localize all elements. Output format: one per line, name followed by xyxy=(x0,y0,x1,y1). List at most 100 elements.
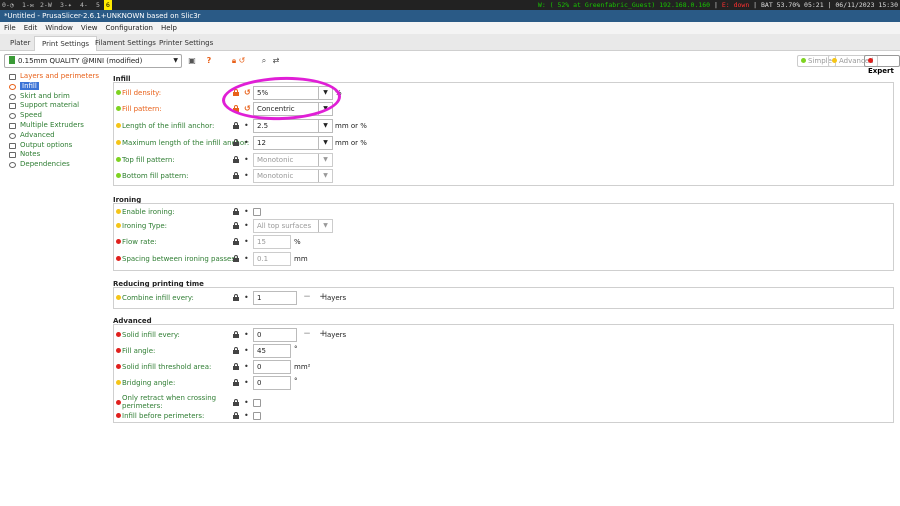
sidebar-item-output[interactable]: Output options xyxy=(8,141,108,151)
compare-presets-icon[interactable]: ⇄ xyxy=(271,55,281,66)
print-preset-select[interactable]: 0.15mm QUALITY @MINI (modified) ▼ xyxy=(4,54,182,68)
only-retract-checkbox[interactable] xyxy=(253,399,261,407)
infill-anchor-combobox[interactable]: 2.5 ▼ xyxy=(253,119,333,133)
setting-ironing: Enable ironing: • xyxy=(113,205,894,219)
lock-icon[interactable] xyxy=(233,139,239,146)
lock-icon[interactable] xyxy=(233,208,239,215)
menu-file[interactable]: File xyxy=(0,22,20,34)
infill-anchor-max-combobox[interactable]: 12 ▼ xyxy=(253,136,333,150)
ironing-type-select[interactable]: All top surfaces ▼ xyxy=(253,219,333,233)
chevron-down-icon: ▼ xyxy=(173,57,178,64)
mode-expert-button[interactable]: Expert xyxy=(864,55,900,75)
setting-label: Infill before perimeters: xyxy=(122,412,205,420)
chevron-down-icon[interactable]: ▼ xyxy=(318,137,332,149)
mode-dot-icon xyxy=(832,58,837,63)
fill-angle-input[interactable]: 45 xyxy=(253,344,291,358)
save-preset-icon[interactable]: ▣ xyxy=(187,55,197,66)
field-value: Monotonic xyxy=(257,156,294,164)
sidebar-item-extruders[interactable]: Multiple Extruders xyxy=(8,121,108,131)
sidebar-item-skirt-brim[interactable]: Skirt and brim xyxy=(8,92,108,102)
tab-bar: Plater Print Settings Filament Settings … xyxy=(0,34,900,51)
sidebar-item-notes[interactable]: Notes xyxy=(8,150,108,160)
dot-icon: • xyxy=(244,346,249,355)
dot-icon: • xyxy=(244,155,249,164)
sidebar-item-speed[interactable]: Speed xyxy=(8,111,108,121)
setting-label: Top fill pattern: xyxy=(122,156,175,164)
lock-icon[interactable] xyxy=(233,412,239,419)
workspace-4[interactable]: 4- xyxy=(78,0,90,10)
solid-infill-every-layers-input[interactable]: 0 xyxy=(253,328,297,342)
wifi-status: W: ( 52% at Greenfabric_Guest) 192.168.0… xyxy=(537,1,711,9)
lock-icon[interactable] xyxy=(233,172,239,179)
setting-solid-infill-every-layers: Solid infill every: • 0 − + layers xyxy=(113,328,894,342)
workspace-2[interactable]: 2-W xyxy=(38,0,54,10)
chevron-down-icon[interactable]: ▼ xyxy=(318,170,332,182)
unit-label: mm xyxy=(294,255,308,263)
preset-flag-icon xyxy=(9,56,15,64)
infill-every-layers-input[interactable]: 1 xyxy=(253,291,297,305)
lock-icon[interactable] xyxy=(233,238,239,245)
mode-expert-dot xyxy=(116,364,121,369)
field-value: 15 xyxy=(257,238,266,246)
dot-icon: • xyxy=(244,254,249,263)
chevron-down-icon[interactable]: ▼ xyxy=(318,154,332,166)
lock-icon[interactable] xyxy=(233,363,239,370)
lock-icon[interactable] xyxy=(233,399,239,406)
infill-first-checkbox[interactable] xyxy=(253,412,261,420)
lock-icon[interactable] xyxy=(233,222,239,229)
tab-plater[interactable]: Plater xyxy=(3,36,37,51)
setting-label: Combine infill every: xyxy=(122,294,194,302)
layers-icon xyxy=(9,74,16,80)
lock-icon[interactable] xyxy=(233,255,239,262)
lock-icon[interactable] xyxy=(233,156,239,163)
status-right: W: ( 52% at Greenfabric_Guest) 192.168.0… xyxy=(537,1,898,9)
lock-icon[interactable] xyxy=(233,347,239,354)
menu-configuration[interactable]: Configuration xyxy=(102,22,157,34)
menu-window[interactable]: Window xyxy=(41,22,77,34)
dot-icon: • xyxy=(244,362,249,371)
solid-infill-area-input[interactable]: 0 xyxy=(253,360,291,374)
dot-icon: • xyxy=(244,398,249,407)
sidebar-item-layers[interactable]: Layers and perimeters xyxy=(8,72,108,82)
mode-dot-icon xyxy=(868,58,873,63)
unit-label: ° xyxy=(294,345,298,353)
settings-page-list: Layers and perimeters Infill Skirt and b… xyxy=(8,72,108,170)
sidebar-item-advanced[interactable]: Advanced xyxy=(8,131,108,141)
menu-edit[interactable]: Edit xyxy=(20,22,42,34)
setting-infill-anchor: Length of the infill anchor: • 2.5 ▼ mm o… xyxy=(113,119,894,133)
menu-help[interactable]: Help xyxy=(157,22,181,34)
enable-ironing-checkbox[interactable] xyxy=(253,208,261,216)
sidebar-item-dependencies[interactable]: Dependencies xyxy=(8,160,108,170)
chevron-down-icon[interactable]: ▼ xyxy=(318,220,332,232)
workspace-6[interactable]: 6 xyxy=(104,0,112,10)
search-icon[interactable]: ⌕ xyxy=(259,55,269,66)
mode-advanced-dot xyxy=(116,380,121,385)
menu-bar: File Edit Window View Configuration Help xyxy=(0,22,900,34)
lock-icon[interactable] xyxy=(233,331,239,338)
top-fill-pattern-select[interactable]: Monotonic ▼ xyxy=(253,153,333,167)
workspace-3[interactable]: 3-✦ xyxy=(58,0,74,10)
workspace-1[interactable]: 1-✉ xyxy=(20,0,36,10)
setting-label: Ironing Type: xyxy=(122,222,167,230)
undo-arrow-icon[interactable]: ↺ xyxy=(237,55,247,66)
ironing-spacing-input[interactable]: 0.1 xyxy=(253,252,291,266)
sidebar-item-label: Skirt and brim xyxy=(20,91,70,100)
tab-printer-settings[interactable]: Printer Settings xyxy=(152,36,220,51)
menu-view[interactable]: View xyxy=(77,22,102,34)
workspace-5[interactable]: 5 xyxy=(94,0,102,10)
workspace-0[interactable]: 0-◔ xyxy=(0,0,16,10)
chevron-down-icon[interactable]: ▼ xyxy=(318,120,332,132)
lock-icon[interactable] xyxy=(233,379,239,386)
sidebar-item-infill[interactable]: Infill xyxy=(8,81,108,92)
bridge-angle-input[interactable]: 0 xyxy=(253,376,291,390)
setting-fill-angle: Fill angle: • 45 ° xyxy=(113,344,894,358)
setting-label: Spacing between ironing passes: xyxy=(122,255,238,263)
ironing-flowrate-input[interactable]: 15 xyxy=(253,235,291,249)
unit-label: mm² xyxy=(294,363,311,371)
lock-icon[interactable] xyxy=(233,122,239,129)
bottom-fill-pattern-select[interactable]: Monotonic ▼ xyxy=(253,169,333,183)
lock-icon[interactable] xyxy=(233,294,239,301)
sidebar-item-support[interactable]: Support material xyxy=(8,101,108,111)
setting-only-retract-crossing: Only retract when crossing perimeters: • xyxy=(113,394,894,410)
help-icon[interactable]: ? xyxy=(204,55,214,66)
